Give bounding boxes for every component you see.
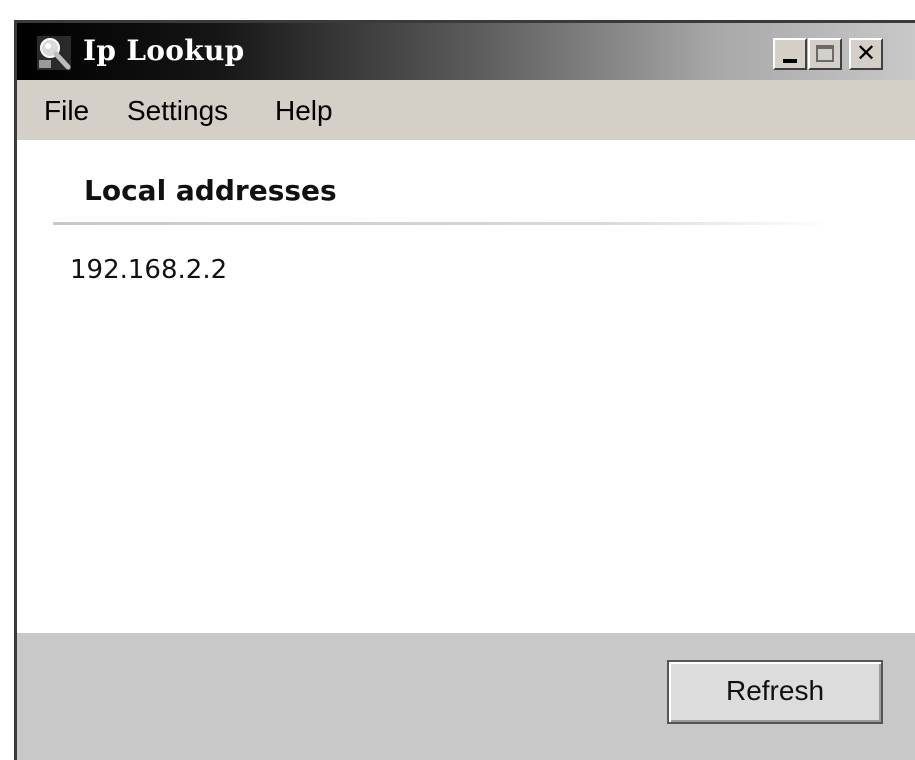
- title-bar[interactable]: Ip Lookup ✕: [17, 23, 915, 80]
- section-title: Local addresses: [84, 174, 337, 207]
- magnifier-app-icon: [37, 36, 71, 70]
- footer-panel: Refresh: [17, 633, 915, 760]
- section-divider: [53, 222, 833, 225]
- address-item[interactable]: 192.168.2.2: [70, 255, 227, 285]
- maximize-button[interactable]: [808, 38, 842, 70]
- menu-file[interactable]: File: [44, 95, 89, 127]
- window-title: Ip Lookup: [83, 34, 245, 67]
- menu-bar: File Settings Help: [17, 80, 915, 140]
- close-button[interactable]: ✕: [849, 38, 883, 70]
- minimize-icon: [783, 59, 797, 63]
- content-panel: Local addresses 192.168.2.2: [17, 140, 915, 633]
- menu-help[interactable]: Help: [275, 95, 333, 127]
- close-icon: ✕: [855, 39, 877, 67]
- page: Ip Lookup ✕ File Settings Help Local add…: [0, 0, 915, 760]
- maximize-icon: [816, 45, 834, 62]
- refresh-button[interactable]: Refresh: [667, 660, 883, 724]
- app-window: Ip Lookup ✕ File Settings Help Local add…: [14, 20, 915, 760]
- menu-settings[interactable]: Settings: [127, 95, 228, 127]
- minimize-button[interactable]: [773, 38, 807, 70]
